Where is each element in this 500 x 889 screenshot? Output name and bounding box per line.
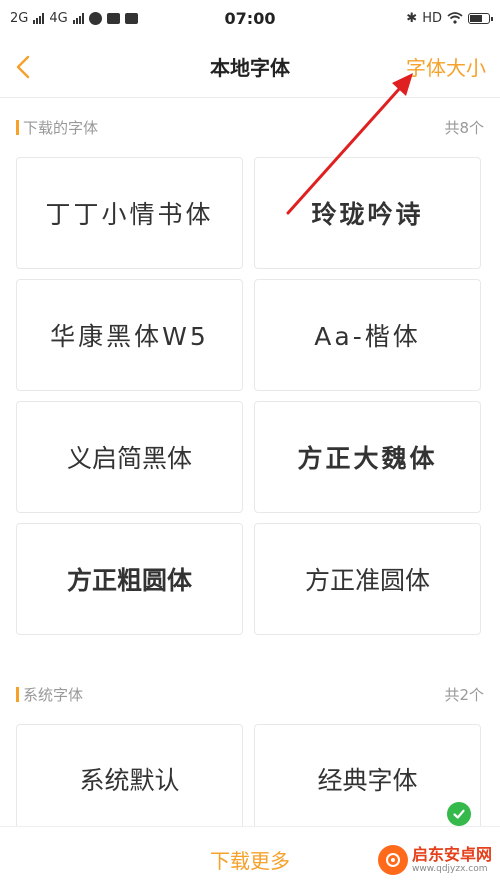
font-card-fangzheng-dawei[interactable]: 方正大魏体 — [254, 401, 481, 513]
font-card-yiqi[interactable]: 义启简黑体 — [16, 401, 243, 513]
hd-label: HD — [422, 10, 442, 26]
battery-icon — [468, 12, 493, 24]
video-icon — [124, 12, 138, 24]
font-card-fangzheng-zhunyuan[interactable]: 方正准圆体 — [254, 523, 481, 635]
section-accent-bar-2 — [16, 686, 19, 702]
watermark-en: www.qdjyzx.com — [411, 863, 488, 874]
font-card-fangzheng-cuyuan[interactable]: 方正粗圆体 — [16, 523, 243, 635]
signal-icon-2 — [72, 12, 84, 24]
network-label-2g: 2G — [10, 10, 29, 26]
nav-bar: 本地字体 字体大小 — [0, 36, 500, 98]
font-card-classic-label: 经典字体 — [317, 766, 418, 795]
font-size-button[interactable]: 字体大小 — [406, 52, 486, 81]
system-section-title: 系统字体 — [23, 685, 84, 704]
network-label-4g: 4G — [49, 10, 68, 26]
app-notification-icon — [88, 11, 102, 25]
font-card-system-default-label: 系统默认 — [79, 766, 180, 795]
downloaded-section-title: 下载的字体 — [23, 118, 99, 137]
downloaded-section-header: 下载的字体 共8个 — [16, 117, 484, 137]
wifi-icon — [447, 12, 463, 24]
signal-icon — [33, 12, 45, 24]
selected-check-icon — [447, 802, 471, 826]
font-card-aa-kaiti[interactable]: Aa-楷体 — [254, 279, 481, 391]
downloaded-count: 共8个 — [444, 118, 484, 137]
watermark-cn: 启东安卓网 — [411, 844, 492, 864]
font-card-dingding[interactable]: 丁丁小情书体 — [16, 157, 243, 269]
status-bar: 2G 4G 07:00 ✱ HD — [0, 0, 500, 36]
message-icon — [106, 12, 120, 24]
system-section-header: 系统字体 共2个 — [16, 684, 484, 704]
watermark-logo-icon — [377, 845, 408, 875]
status-left: 2G 4G — [10, 11, 138, 26]
status-right: ✱ HD — [406, 10, 493, 26]
bottom-bar: 下载更多 启东安卓网 www.qdjyzx.com — [0, 826, 500, 889]
bluetooth-icon: ✱ — [406, 10, 418, 26]
system-count: 共2个 — [444, 685, 484, 704]
font-card-linglong[interactable]: 玲珑吟诗 — [254, 157, 481, 269]
section-accent-bar — [16, 119, 19, 135]
font-card-huakang[interactable]: 华康黑体W5 — [16, 279, 243, 391]
watermark: 启东安卓网 www.qdjyzx.com — [377, 844, 492, 875]
